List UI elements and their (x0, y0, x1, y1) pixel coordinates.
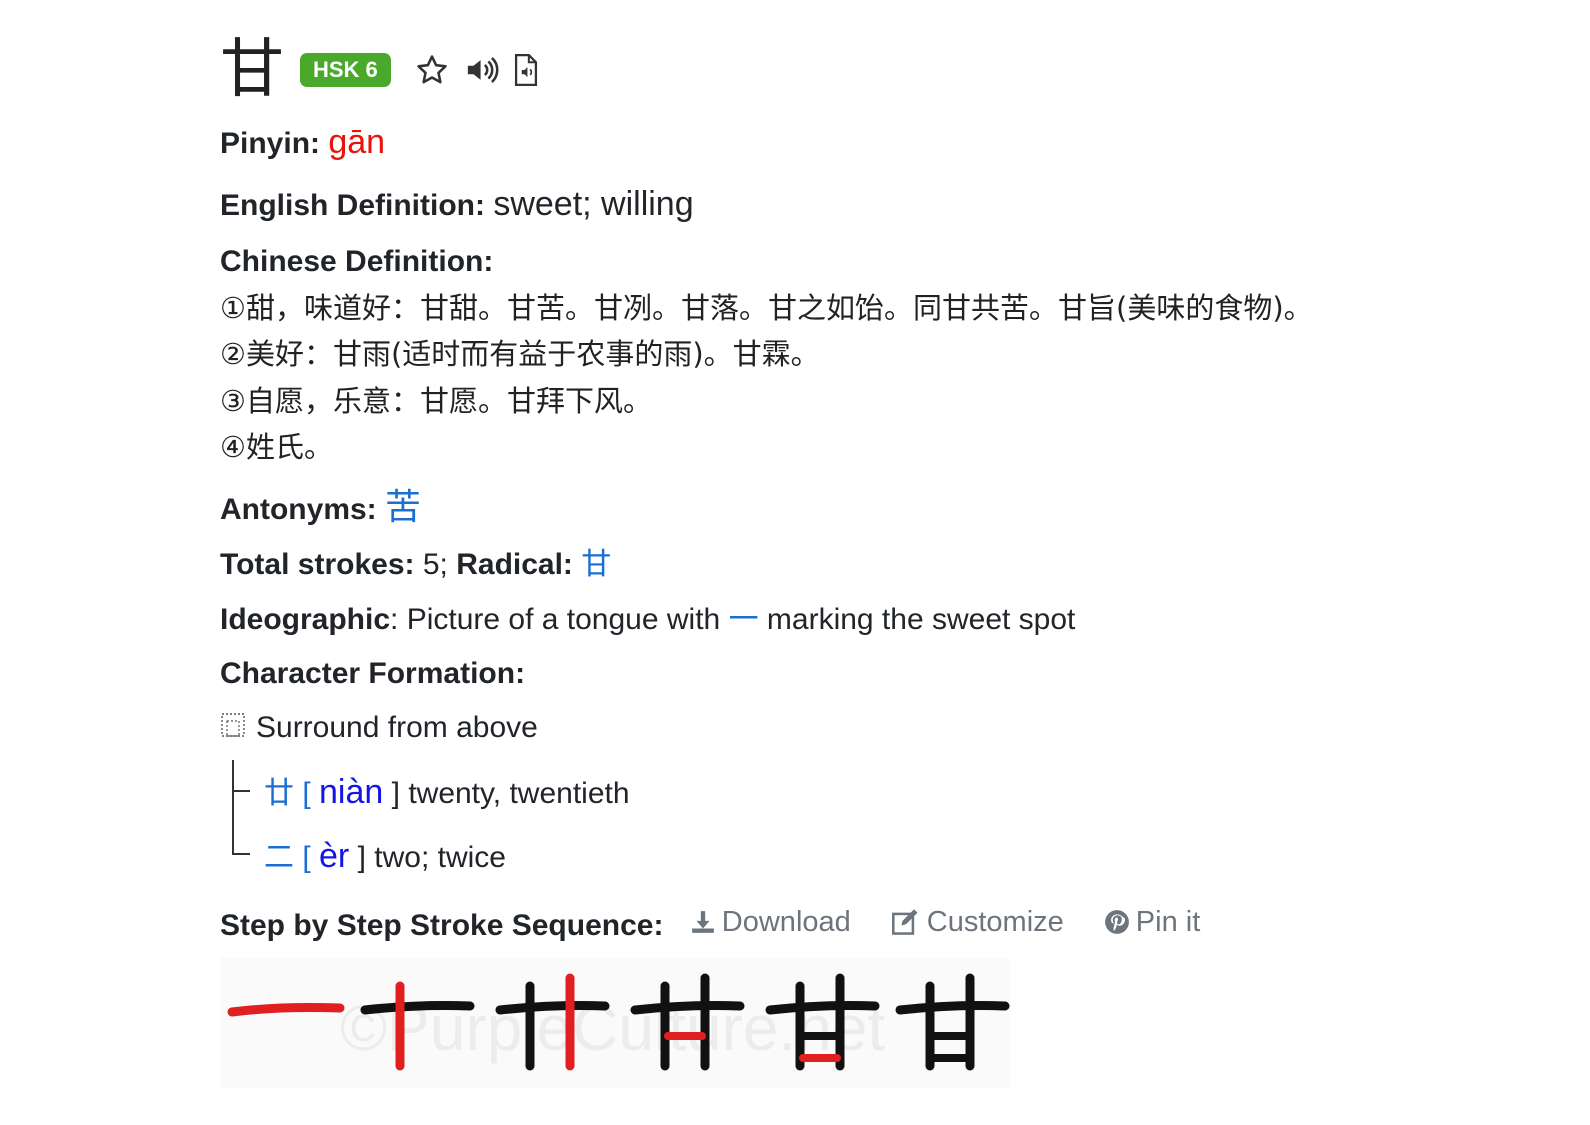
download-link[interactable]: Download (690, 904, 851, 940)
hsk-badge[interactable]: HSK 6 (300, 53, 391, 87)
antonym-link[interactable]: 苦 (385, 487, 421, 528)
english-row: English Definition: sweet; willing (220, 186, 694, 224)
stroke-frame (227, 1003, 345, 1017)
chinese-def-line: ③自愿，乐意：甘愿。甘拜下风。 (220, 384, 652, 418)
component-row: 廿 [ niàn ] twenty, twentieth (264, 773, 630, 811)
download-label: Download (721, 906, 851, 938)
stroke-frame (895, 973, 1010, 1071)
tree-branch (232, 853, 250, 855)
english-label: English Definition: (220, 189, 485, 222)
entry-header: 甘 HSK 6 (220, 38, 545, 102)
pinyin-label: Pinyin: (220, 127, 321, 160)
ideographic-text: : Picture of a tongue with (390, 603, 729, 636)
antonyms-row: Antonyms: 苦 (220, 490, 421, 528)
radical-label: Radical: (456, 548, 573, 581)
strokes-value: 5; (422, 548, 448, 581)
chinese-def-line: ②美好：甘雨(适时而有益于农事的雨)。甘霖。 (220, 337, 820, 371)
strokes-label: Total strokes: (220, 548, 415, 581)
radical-link[interactable]: 甘 (581, 547, 611, 582)
tree-line (232, 760, 234, 854)
component-meaning: twenty, twentieth (408, 777, 630, 810)
chinese-def-line: ④姓氏。 (220, 430, 333, 464)
chinese-label-row: Chinese Definition: (220, 244, 493, 280)
component-row: 二 [ èr ] two; twice (264, 837, 506, 875)
ideographic-symbol-link[interactable]: 一 (729, 602, 759, 637)
component-pinyin: niàn (319, 773, 384, 811)
formation-label-row: Character Formation: (220, 656, 525, 692)
component-char-link[interactable]: 廿 (264, 776, 294, 811)
formation-structure: Surround from above (256, 711, 538, 744)
strokes-row: Total strokes: 5; Radical: 甘 (220, 547, 611, 583)
english-value: sweet; willing (493, 185, 694, 223)
ideographic-text-end: marking the sweet spot (758, 603, 1076, 636)
formation-structure-row: Surround from above (220, 710, 538, 747)
pinyin-value: gān (328, 123, 386, 161)
pinterest-icon (1104, 910, 1129, 934)
headword: 甘 (220, 33, 284, 107)
edit-icon (891, 909, 918, 935)
chinese-def-line: ①甜，味道好：甘甜。甘苦。甘冽。甘落。甘之如饴。同甘共苦。甘旨(美味的食物)。 (220, 291, 1313, 325)
component-char-link[interactable]: 二 (264, 840, 294, 875)
chinese-label: Chinese Definition: (220, 245, 494, 278)
stroke-order-image: ©PurpleCulture.net (220, 958, 1010, 1088)
pin-it-label: Pin it (1135, 906, 1201, 938)
audio-file-icon[interactable] (511, 53, 545, 87)
customize-label: Customize (926, 906, 1064, 938)
speaker-icon[interactable] (463, 53, 499, 87)
download-icon (691, 911, 714, 933)
ideographic-label: Ideographic (220, 603, 391, 636)
tree-branch (232, 790, 250, 792)
pinyin-row: Pinyin: gān (220, 124, 385, 162)
surround-above-icon (220, 711, 246, 747)
star-icon[interactable] (415, 53, 449, 87)
stroke-sequence-row: Step by Step Stroke Sequence: Download C… (220, 904, 1200, 944)
antonyms-label: Antonyms: (220, 493, 377, 526)
pin-it-link[interactable]: Pin it (1104, 904, 1200, 940)
customize-link[interactable]: Customize (891, 904, 1064, 940)
stroke-sequence-label: Step by Step Stroke Sequence: (220, 909, 664, 942)
component-pinyin: èr (319, 837, 350, 875)
formation-label: Character Formation: (220, 657, 526, 690)
ideographic-row: Ideographic: Picture of a tongue with 一 … (220, 602, 1075, 638)
component-meaning: two; twice (374, 841, 506, 874)
